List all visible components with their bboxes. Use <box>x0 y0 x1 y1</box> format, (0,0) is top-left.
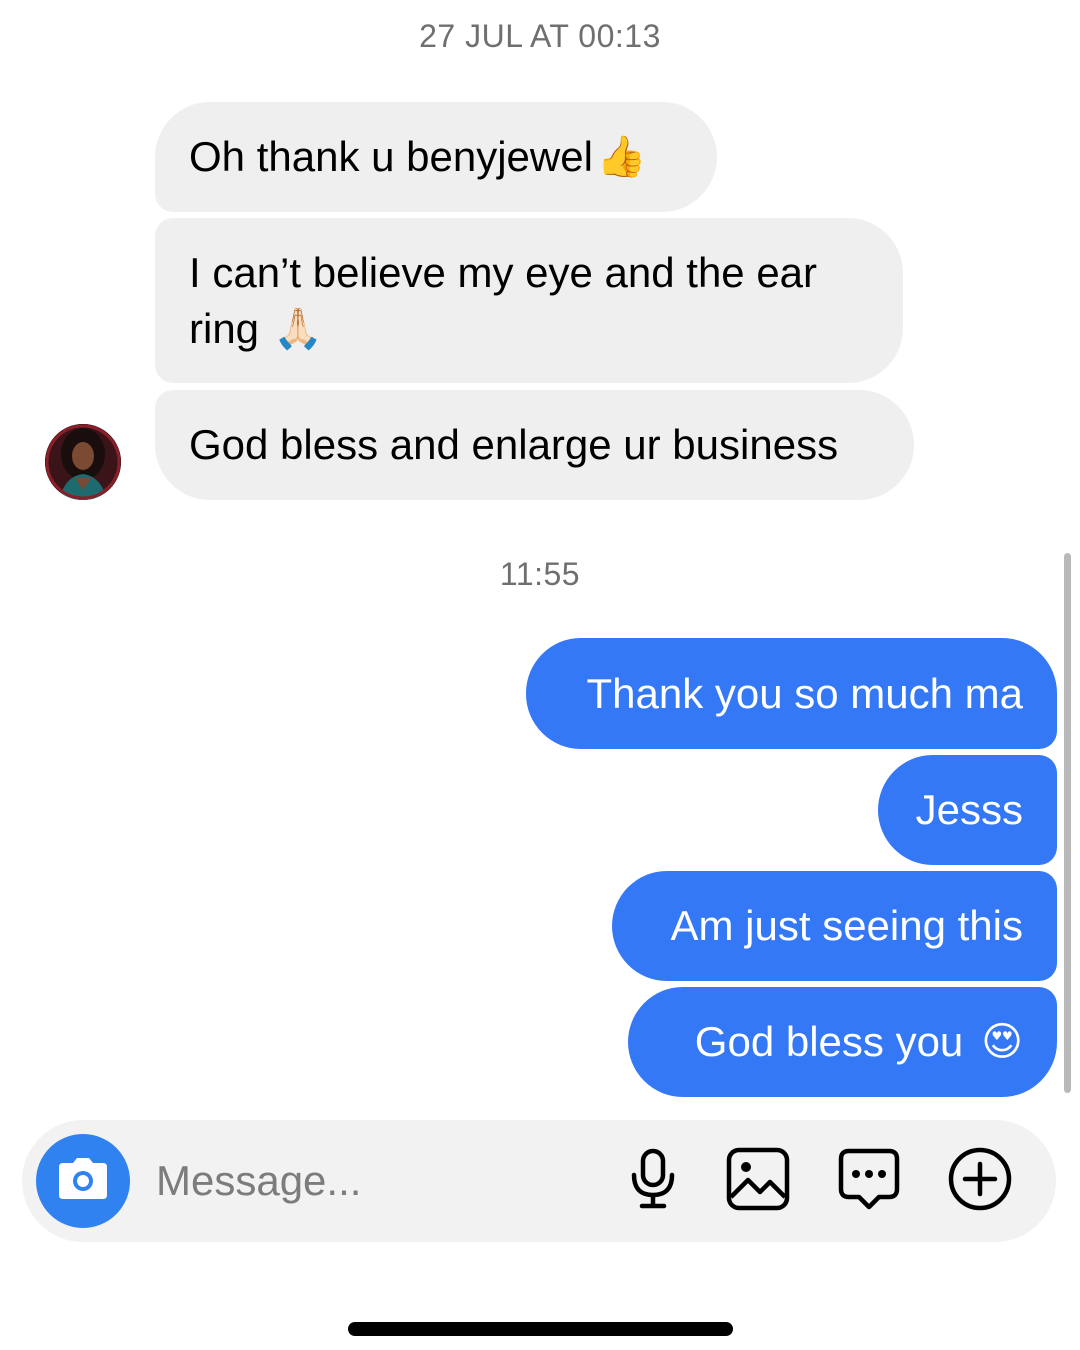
message-text: God bless and enlarge ur business <box>189 421 839 468</box>
date-timestamp: 27 JUL AT 00:13 <box>419 18 661 54</box>
camera-button[interactable] <box>36 1134 130 1228</box>
home-indicator[interactable] <box>348 1322 733 1336</box>
message-text: Oh thank u benyjewel <box>189 133 593 180</box>
incoming-message[interactable]: Oh thank u benyjewel 👍 <box>155 102 717 212</box>
message-input[interactable] <box>156 1150 596 1212</box>
message-text-line-2: ring <box>189 304 260 352</box>
outgoing-message[interactable]: Thank you so much ma <box>526 638 1057 749</box>
message-text: Jesss <box>915 786 1023 833</box>
outgoing-message[interactable]: Jesss <box>878 755 1057 865</box>
chat-screen: 27 JUL AT 00:13 Oh thank u benyjewel 👍 I… <box>0 0 1080 1350</box>
incoming-message[interactable]: I can’t believe my eye and the ear ring … <box>155 218 903 383</box>
message-text-line-1: I can’t believe my eye and the ear <box>189 248 818 296</box>
add-button[interactable] <box>947 1146 1013 1217</box>
scrollbar[interactable] <box>1064 553 1071 1093</box>
gallery-button[interactable] <box>725 1147 791 1216</box>
praying-hands-emoji: 🙏🏻 <box>273 306 323 351</box>
avatar-portrait <box>45 424 121 500</box>
contact-avatar[interactable] <box>45 424 121 500</box>
incoming-message[interactable]: God bless and enlarge ur business <box>155 390 914 500</box>
sticker-chat-icon <box>837 1147 901 1216</box>
message-text: God bless you <box>694 1018 964 1065</box>
sticker-button[interactable] <box>836 1148 902 1214</box>
add-circle-icon <box>947 1146 1013 1217</box>
camera-icon <box>57 1157 109 1206</box>
microphone-button[interactable] <box>620 1148 686 1214</box>
heart-eyes-emoji: 😍 <box>981 1020 1023 1064</box>
thumbs-up-emoji: 👍 <box>596 135 647 179</box>
outgoing-message[interactable]: God bless you 😍 <box>628 987 1057 1097</box>
microphone-icon <box>628 1148 678 1215</box>
image-icon <box>726 1147 790 1216</box>
message-text: Am just seeing this <box>670 902 1024 949</box>
message-composer <box>22 1120 1056 1242</box>
outgoing-message[interactable]: Am just seeing this <box>612 871 1057 981</box>
time-timestamp: 11:55 <box>499 556 581 592</box>
message-text: Thank you so much ma <box>586 669 1023 717</box>
